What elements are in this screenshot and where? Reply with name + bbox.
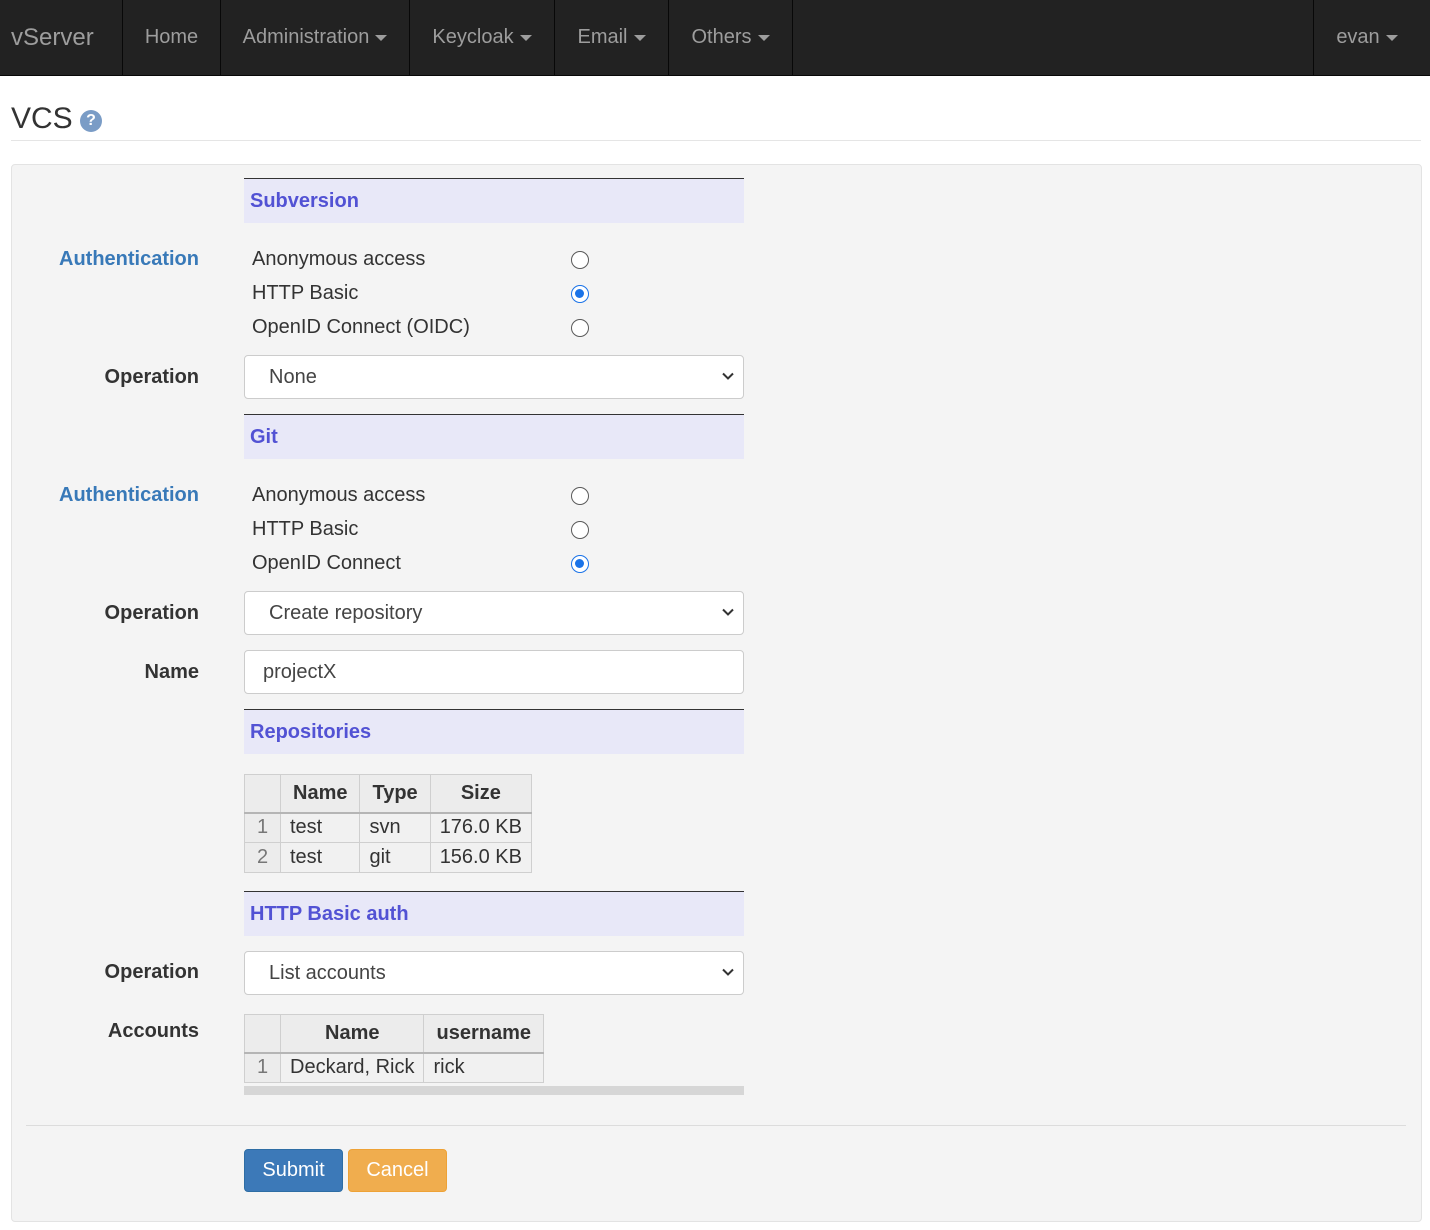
index-column-header (244, 774, 281, 814)
section-heading-http-basic-auth: HTTP Basic auth (244, 891, 744, 936)
nav-home-label: Home (144, 26, 199, 48)
brand-link[interactable]: vServer (0, 0, 123, 75)
auth-operation-label: Operation (104, 961, 199, 983)
auth-operation-select[interactable]: List accounts (244, 951, 744, 995)
chevron-down-icon (722, 968, 734, 976)
nav-user-label: evan (1336, 26, 1380, 48)
git-name-label: Name (144, 661, 199, 683)
nav-home[interactable]: Home (123, 0, 221, 75)
row-index: 1 (244, 812, 281, 843)
nav-keycloak[interactable]: Keycloak (410, 0, 555, 75)
repo-type-cell: git (359, 842, 431, 873)
nav-administration[interactable]: Administration (221, 0, 410, 75)
svn-auth-anonymous-radio[interactable] (571, 251, 589, 269)
row-index: 1 (244, 1052, 281, 1083)
git-authentication-label: Authentication (59, 484, 199, 506)
repository-name-input[interactable]: projectX (244, 650, 744, 694)
caret-down-icon (757, 34, 770, 41)
git-auth-anonymous-radio[interactable] (571, 487, 589, 505)
help-question-icon[interactable]: ? (80, 110, 102, 132)
section-heading-subversion: Subversion (244, 178, 744, 223)
git-auth-oidc-radio[interactable] (571, 555, 589, 573)
column-header-username[interactable]: username (423, 1014, 544, 1054)
git-operation-value: Create repository (269, 602, 423, 624)
header-divider (11, 140, 1421, 141)
nav-email-label: Email (577, 26, 628, 48)
nav-administration-label: Administration (242, 26, 370, 48)
nav-others[interactable]: Others (669, 0, 793, 75)
index-column-header (244, 1014, 281, 1054)
svn-auth-anonymous-label: Anonymous access (252, 248, 426, 270)
cancel-button[interactable]: Cancel (348, 1149, 447, 1192)
accounts-table: Name username 1 Deckard, Rick rick (244, 1014, 544, 1083)
repo-type-cell: svn (359, 812, 431, 843)
svn-authentication-label: Authentication (59, 248, 199, 270)
git-auth-oidc-label: OpenID Connect (252, 552, 401, 574)
nav-user-menu[interactable]: evan (1313, 0, 1420, 75)
top-navbar: vServer Home Administration Keycloak Ema… (0, 0, 1430, 76)
table-header-row: Name Type Size (244, 774, 532, 814)
repositories-table: Name Type Size 1 test svn 176.0 KB 2 tes… (244, 774, 532, 873)
table-row[interactable]: 2 test git 156.0 KB (244, 842, 532, 873)
git-operation-label: Operation (104, 602, 199, 624)
section-heading-repositories: Repositories (244, 709, 744, 754)
svn-auth-basic-radio[interactable] (571, 285, 589, 303)
git-auth-basic-label: HTTP Basic (252, 518, 359, 540)
form-footer-divider (26, 1125, 1406, 1126)
svn-auth-oidc-radio[interactable] (571, 319, 589, 337)
chevron-down-icon (722, 608, 734, 616)
repo-size-cell: 176.0 KB (429, 812, 532, 843)
column-header-size[interactable]: Size (429, 774, 532, 814)
row-index: 2 (244, 842, 281, 873)
nav-email[interactable]: Email (555, 0, 669, 75)
nav-keycloak-label: Keycloak (432, 26, 514, 48)
horizontal-scrollbar[interactable] (244, 1086, 744, 1095)
column-header-name[interactable]: Name (279, 774, 361, 814)
caret-down-icon (1385, 34, 1398, 41)
caret-down-icon (375, 34, 388, 41)
nav-others-label: Others (691, 26, 752, 48)
repo-size-cell: 156.0 KB (429, 842, 532, 873)
git-auth-anonymous-label: Anonymous access (252, 484, 426, 506)
page-title: VCS (11, 102, 73, 135)
table-row[interactable]: 1 test svn 176.0 KB (244, 812, 532, 843)
table-row[interactable]: 1 Deckard, Rick rick (244, 1052, 544, 1083)
git-operation-select[interactable]: Create repository (244, 591, 744, 635)
svn-operation-label: Operation (104, 366, 199, 388)
svn-auth-oidc-label: OpenID Connect (OIDC) (252, 316, 470, 338)
accounts-label: Accounts (107, 1020, 199, 1042)
account-username-cell: rick (423, 1052, 544, 1083)
auth-operation-value: List accounts (269, 962, 386, 984)
caret-down-icon (633, 34, 646, 41)
chevron-down-icon (722, 372, 734, 380)
repo-name-cell: test (279, 812, 361, 843)
git-auth-basic-radio[interactable] (571, 521, 589, 539)
account-name-cell: Deckard, Rick (279, 1052, 425, 1083)
svn-operation-select[interactable]: None (244, 355, 744, 399)
caret-down-icon (519, 34, 532, 41)
section-heading-git: Git (244, 414, 744, 459)
svn-auth-basic-label: HTTP Basic (252, 282, 359, 304)
submit-button[interactable]: Submit (244, 1149, 343, 1192)
column-header-type[interactable]: Type (359, 774, 431, 814)
column-header-name[interactable]: Name (279, 1014, 425, 1054)
svn-operation-value: None (269, 366, 317, 388)
table-header-row: Name username (244, 1014, 544, 1054)
repo-name-cell: test (279, 842, 361, 873)
